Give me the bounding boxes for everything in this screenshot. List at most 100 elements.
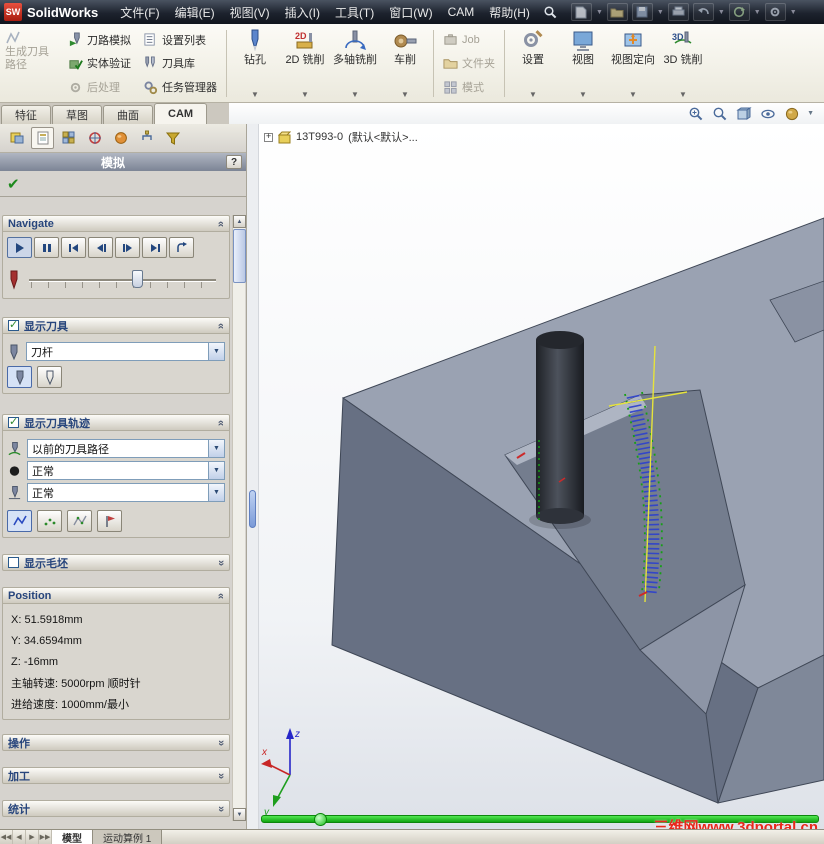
options-gear-icon[interactable] [764,3,786,21]
expand-chevron-icon[interactable] [216,805,226,811]
show-toolpath-header[interactable]: 显示刀具轨迹 [2,414,230,431]
show-stock-checkbox[interactable] [8,557,19,568]
statistics-header[interactable]: 统计 [2,800,230,817]
pause-button[interactable] [34,237,59,258]
tabs-scroll-left-icon[interactable]: ◀ [13,830,26,844]
navigate-group-header[interactable]: Navigate [2,215,230,232]
menu-file[interactable]: 文件(F) [113,1,166,24]
displaymanager-tab[interactable] [109,127,132,149]
drill-button[interactable]: 钻孔 ▼ [231,27,279,100]
cam-tree-tab[interactable] [135,127,158,149]
mill-3d-caret-icon[interactable]: ▼ [679,90,687,100]
multiaxis-mill-button[interactable]: 多轴铣削 ▼ [331,27,379,100]
previous-toolpath-dropdown[interactable]: 以前的刀具路径 [27,439,225,458]
scrollbar-thumb[interactable] [233,229,246,283]
tool-library-button[interactable]: 刀具库 [138,52,222,74]
multiaxis-mill-caret-icon[interactable]: ▼ [351,90,359,100]
rebuild-icon[interactable] [728,3,750,21]
view-orientation-caret-icon[interactable]: ▼ [629,90,637,100]
graphics-viewport[interactable]: z x y 13T993-0 (默认<默认>... 三维网www.3dporta… [259,124,824,829]
motion-study-tab[interactable]: 运动算例 1 [93,830,163,844]
post-process-button[interactable]: 后处理 [63,76,136,98]
search-icon[interactable] [540,3,560,21]
tabs-scroll-last-icon[interactable]: ▶▶ [39,830,52,844]
tool-shaded-button[interactable] [7,366,32,388]
collapse-chevron-icon[interactable] [216,419,226,425]
appearance-scene-icon[interactable] [783,105,800,122]
view-caret-icon[interactable]: ▼ [579,90,587,100]
collapse-chevron-icon[interactable] [216,220,226,226]
mill-3d-button[interactable]: 3D 3D 铣削 ▼ [659,27,707,100]
mode-button[interactable]: 模式 [438,76,500,98]
splitter-handle[interactable] [249,490,256,528]
tree-item-name[interactable]: 13T993-0 [296,131,343,143]
scroll-up-icon[interactable]: ▲ [233,215,246,228]
tree-expand-icon[interactable] [264,131,273,142]
new-document-icon[interactable] [570,3,592,21]
propertymanager-tab[interactable] [31,127,54,149]
menu-window[interactable]: 窗口(W) [382,1,439,24]
dropdown-arrow-icon[interactable] [208,484,224,501]
section-view-icon[interactable] [735,105,752,122]
new-caret-icon[interactable]: ▼ [596,9,603,16]
filter-tab[interactable] [161,127,184,149]
toolpath-option-points-button[interactable] [37,510,62,532]
show-toolpath-checkbox[interactable] [8,415,19,428]
view-orientation-button[interactable]: 视图定向 ▼ [609,27,657,100]
tabs-scroll-first-icon[interactable]: ◀◀ [0,830,13,844]
simulation-speed-slider[interactable] [29,269,216,291]
skip-to-end-button[interactable] [142,237,167,258]
play-button[interactable] [7,237,32,258]
menu-edit[interactable]: 编辑(E) [168,1,222,24]
restart-loop-button[interactable] [169,237,194,258]
panel-scrollbar[interactable]: ▲ ▼ [232,215,246,821]
save-caret-icon[interactable]: ▼ [657,9,664,16]
toolpath-option-both-button[interactable] [67,510,92,532]
show-stock-header[interactable]: 显示毛坯 [2,554,230,571]
dimxpert-tab[interactable] [83,127,106,149]
collapse-chevron-icon[interactable] [216,322,226,328]
mill-2d-caret-icon[interactable]: ▼ [301,90,309,100]
turning-button[interactable]: 车削 ▼ [381,27,429,100]
menu-help[interactable]: 帮助(H) [482,1,537,24]
headsup-caret-icon[interactable]: ▼ [807,110,814,117]
view-button[interactable]: 视图 ▼ [559,27,607,100]
expand-chevron-icon[interactable] [216,739,226,745]
rebuild-caret-icon[interactable]: ▼ [754,9,761,16]
folder-button[interactable]: 文件夹 [438,52,500,74]
generate-toolpath-button[interactable]: 生成刀具路径 [3,27,61,100]
configurationmanager-tab[interactable] [57,127,80,149]
position-header[interactable]: Position [2,587,230,604]
show-tool-header[interactable]: 显示刀具 [2,317,230,334]
setup-list-button[interactable]: 设置列表 [138,29,222,51]
menu-view[interactable]: 视图(V) [223,1,277,24]
settings-button[interactable]: 设置 ▼ [509,27,557,100]
tab-features[interactable]: 特征 [1,105,51,124]
menu-insert[interactable]: 插入(I) [278,1,327,24]
tool-display-dropdown[interactable]: 刀杆 [26,342,225,361]
operation-header[interactable]: 操作 [2,734,230,751]
save-icon[interactable] [631,3,653,21]
drill-caret-icon[interactable]: ▼ [251,90,259,100]
zoom-area-icon[interactable] [687,105,704,122]
3d-scene[interactable]: z x y [259,124,824,829]
open-folder-icon[interactable] [606,3,628,21]
dropdown-arrow-icon[interactable] [208,440,224,457]
settings-caret-icon[interactable]: ▼ [529,90,537,100]
featuremanager-tab[interactable] [5,127,28,149]
model-tab[interactable]: 模型 [52,830,93,844]
toolpath-option-segment-button[interactable] [7,510,32,532]
expand-chevron-icon[interactable] [216,559,226,565]
scroll-down-icon[interactable]: ▼ [233,808,246,821]
tool-wireframe-button[interactable] [37,366,62,388]
zoom-fit-icon[interactable] [711,105,728,122]
ok-checkmark-button[interactable] [7,175,20,193]
toolpath-style-dropdown[interactable]: 正常 [27,483,225,502]
undo-icon[interactable] [692,3,714,21]
toolpath-option-flag-button[interactable] [97,510,122,532]
panel-splitter[interactable] [247,124,259,829]
dropdown-arrow-icon[interactable] [208,462,224,479]
step-forward-button[interactable] [115,237,140,258]
tab-cam[interactable]: CAM [154,103,208,124]
tabs-scroll-right-icon[interactable]: ▶ [26,830,39,844]
